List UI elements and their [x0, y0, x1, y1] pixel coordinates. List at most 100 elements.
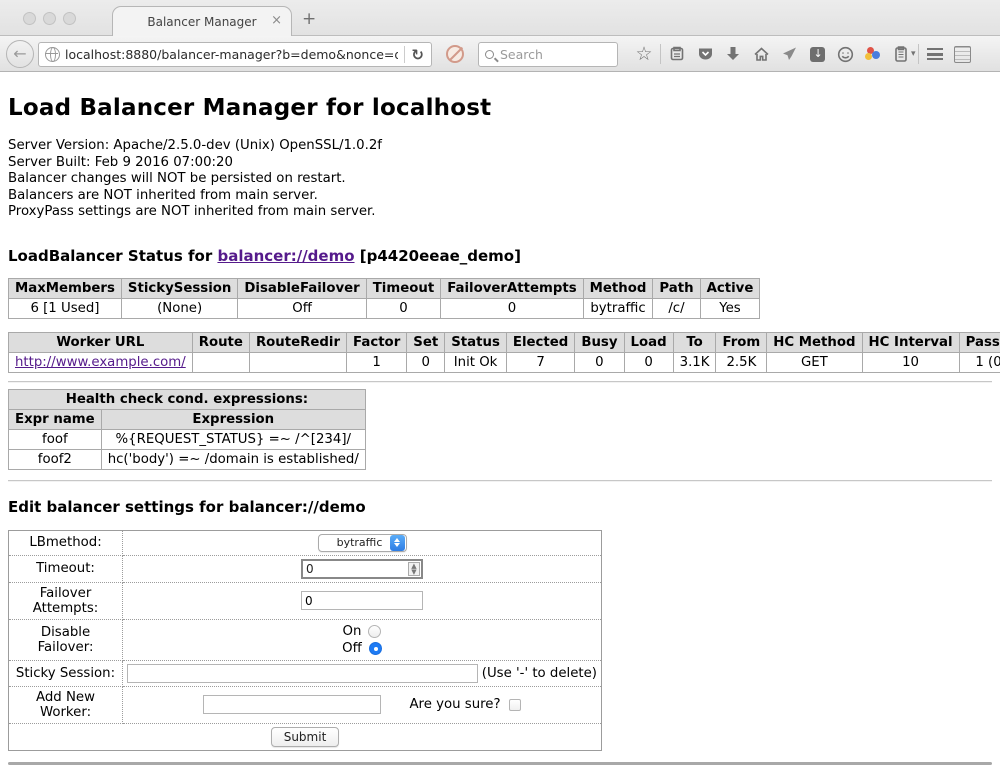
are-you-sure-checkbox[interactable] — [509, 699, 521, 711]
disable-failover-row: Disable Failover: On Off — [9, 619, 602, 660]
window-minimize-button[interactable] — [43, 12, 56, 25]
toolbar-separator — [918, 44, 919, 64]
submit-button[interactable]: Submit — [271, 727, 340, 747]
col-routeredir: RouteRedir — [249, 332, 346, 352]
loadbalancer-status-heading: LoadBalancer Status for balancer://demo … — [8, 247, 992, 265]
col-worker-url: Worker URL — [9, 332, 193, 352]
lbmethod-label: LBmethod: — [9, 530, 123, 555]
cell-expression: %{REQUEST_STATUS} =~ /^[234]/ — [101, 429, 365, 449]
cell-hc-interval: 10 — [862, 352, 959, 372]
download-icon[interactable] — [719, 40, 747, 68]
health-check-table: Health check cond. expressions: Expr nam… — [8, 389, 366, 470]
server-version-line: Server Version: Apache/2.5.0-dev (Unix) … — [8, 138, 992, 155]
add-worker-label: Add New Worker: — [9, 686, 123, 723]
sticky-session-label: Sticky Session: — [9, 660, 123, 686]
table-title-row: Health check cond. expressions: — [9, 389, 366, 409]
window-zoom-button[interactable] — [63, 12, 76, 25]
edit-balancer-form: LBmethod: bytraffic Timeout: 0 ▲▼ Failov… — [8, 530, 602, 751]
cell-path: /c/ — [653, 298, 700, 318]
server-info: Server Version: Apache/2.5.0-dev (Unix) … — [8, 138, 992, 221]
col-passes: Passes — [959, 332, 1000, 352]
col-factor: Factor — [347, 332, 407, 352]
disable-failover-on-radio[interactable] — [368, 625, 381, 638]
timeout-input[interactable]: 0 ▲▼ — [301, 559, 423, 579]
cell-expression: hc('body') =~ /domain is established/ — [101, 449, 365, 469]
tab-title: Balancer Manager — [147, 15, 256, 29]
failover-attempts-input[interactable] — [301, 591, 423, 610]
lbmethod-selected-value: bytraffic — [331, 536, 389, 549]
proxypass-notice-line: ProxyPass settings are NOT inherited fro… — [8, 204, 992, 221]
radio-on-label: On — [343, 624, 362, 639]
browser-tab[interactable]: Balancer Manager × — [112, 6, 292, 36]
status-heading-suffix: [p4420eeae_demo] — [355, 247, 521, 265]
menu-hamburger-icon[interactable] — [921, 40, 949, 68]
col-method: Method — [583, 278, 653, 298]
disable-failover-off-radio[interactable] — [369, 642, 382, 655]
balancer-manager-page: Load Balancer Manager for localhost Serv… — [0, 73, 1000, 728]
save-page-icon[interactable] — [803, 40, 831, 68]
cell-passes: 1 (0) — [959, 352, 1000, 372]
col-maxmembers: MaxMembers — [9, 278, 122, 298]
server-built-line: Server Built: Feb 9 2016 07:00:20 — [8, 155, 992, 172]
balancer-demo-link[interactable]: balancer://demo — [217, 247, 354, 265]
page-thumbnail-icon[interactable] — [949, 40, 977, 68]
table-row: 6 [1 Used] (None) Off 0 0 bytraffic /c/ … — [9, 298, 760, 318]
health-expr-row: foof2 hc('body') =~ /domain is establish… — [9, 449, 366, 469]
table-header-row: MaxMembers StickySession DisableFailover… — [9, 278, 760, 298]
failover-attempts-row: Failover Attempts: — [9, 582, 602, 619]
cell-expr-name: foof — [9, 429, 102, 449]
col-expr-name: Expr name — [9, 409, 102, 429]
cell-factor: 1 — [347, 352, 407, 372]
col-elected: Elected — [506, 332, 574, 352]
cell-elected: 7 — [506, 352, 574, 372]
search-bar[interactable]: Search — [478, 42, 618, 67]
reload-icon[interactable]: ↻ — [411, 46, 424, 64]
colorful-extension-icon[interactable] — [859, 40, 887, 68]
feedback-smiley-icon[interactable] — [831, 40, 859, 68]
home-icon[interactable] — [747, 40, 775, 68]
disable-failover-label: Disable Failover: — [9, 619, 123, 660]
cell-from: 2.5K — [716, 352, 767, 372]
health-expr-row: foof %{REQUEST_STATUS} =~ /^[234]/ — [9, 429, 366, 449]
pocket-icon[interactable] — [691, 40, 719, 68]
cell-load: 0 — [624, 352, 673, 372]
cell-expr-name: foof2 — [9, 449, 102, 469]
send-to-device-icon[interactable] — [775, 40, 803, 68]
cell-active: Yes — [700, 298, 760, 318]
cell-disablefailover: Off — [238, 298, 366, 318]
content-block-icon[interactable] — [446, 45, 464, 63]
lbmethod-select[interactable]: bytraffic — [318, 534, 407, 552]
chevron-down-icon[interactable]: ▾ — [911, 49, 916, 59]
sticky-session-note: (Use '-' to delete) — [482, 666, 597, 681]
toolbar-icons: ☆ — [630, 40, 977, 68]
tab-bar: Balancer Manager × + — [0, 0, 1000, 36]
new-tab-button[interactable]: + — [302, 9, 316, 29]
reading-list-icon[interactable] — [663, 40, 691, 68]
health-table-title: Health check cond. expressions: — [9, 389, 366, 409]
sticky-session-row: Sticky Session: (Use '-' to delete) — [9, 660, 602, 686]
failover-attempts-label: Failover Attempts: — [9, 582, 123, 619]
submit-row: Submit — [9, 723, 602, 750]
status-heading-prefix: LoadBalancer Status for — [8, 247, 217, 265]
url-bar[interactable]: localhost:8880/balancer-manager?b=demo&n… — [38, 42, 432, 67]
worker-url-link[interactable]: http://www.example.com/ — [15, 355, 186, 370]
col-failoverattempts: FailoverAttempts — [441, 278, 583, 298]
window-close-button[interactable] — [23, 12, 36, 25]
url-separator — [404, 46, 405, 63]
back-button[interactable]: ← — [6, 40, 34, 68]
col-stickysession: StickySession — [121, 278, 237, 298]
url-text[interactable]: localhost:8880/balancer-manager?b=demo&n… — [65, 47, 398, 62]
search-placeholder: Search — [500, 47, 543, 62]
add-worker-row: Add New Worker: Are you sure? — [9, 686, 602, 723]
number-spinner-icon[interactable]: ▲▼ — [408, 562, 420, 576]
col-path: Path — [653, 278, 700, 298]
tab-close-icon[interactable]: × — [271, 13, 282, 28]
sticky-session-input[interactable] — [127, 664, 478, 683]
bookmark-star-icon[interactable]: ☆ — [630, 40, 658, 68]
cell-to: 3.1K — [673, 352, 716, 372]
col-disablefailover: DisableFailover — [238, 278, 366, 298]
timeout-label: Timeout: — [9, 555, 123, 582]
cell-routeredir — [249, 352, 346, 372]
add-worker-input[interactable] — [203, 695, 381, 714]
site-identity-globe-icon[interactable] — [45, 47, 60, 62]
